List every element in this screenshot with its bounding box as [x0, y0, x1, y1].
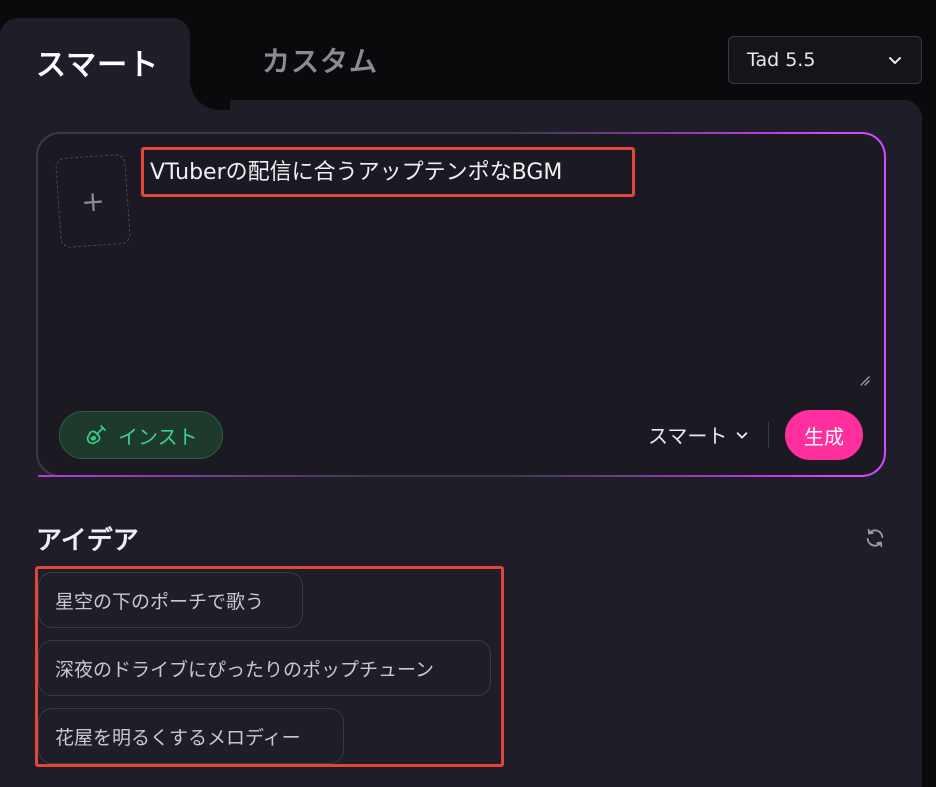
generate-button[interactable]: 生成 [785, 410, 863, 460]
tab-smart-label: スマート [36, 48, 160, 83]
guitar-icon [86, 425, 106, 445]
resize-handle-icon[interactable] [858, 374, 870, 386]
mode-select[interactable]: スマート [648, 420, 749, 449]
tab-custom-label: カスタム [262, 45, 379, 78]
model-select[interactable]: Tad 5.5 [728, 36, 922, 84]
generate-label: 生成 [804, 424, 844, 449]
upload-image-button[interactable]: + [54, 153, 132, 249]
instrumental-label: インスト [118, 424, 198, 449]
ideas-highlight-box [35, 566, 504, 767]
model-select-value: Tad 5.5 [747, 49, 816, 71]
mode-select-label: スマート [648, 424, 728, 448]
tab-smart[interactable]: スマート [0, 18, 190, 108]
instrumental-toggle[interactable]: インスト [59, 411, 223, 459]
tab-notch [190, 70, 230, 110]
toolbar-divider [768, 422, 769, 448]
chevron-down-icon [889, 57, 901, 64]
prompt-highlight-box [141, 147, 635, 197]
ideas-heading: アイデア [36, 526, 139, 556]
refresh-icon[interactable] [864, 527, 886, 549]
plus-icon: + [80, 183, 106, 219]
tab-custom[interactable]: カスタム [262, 40, 378, 80]
chevron-down-icon [737, 431, 748, 439]
